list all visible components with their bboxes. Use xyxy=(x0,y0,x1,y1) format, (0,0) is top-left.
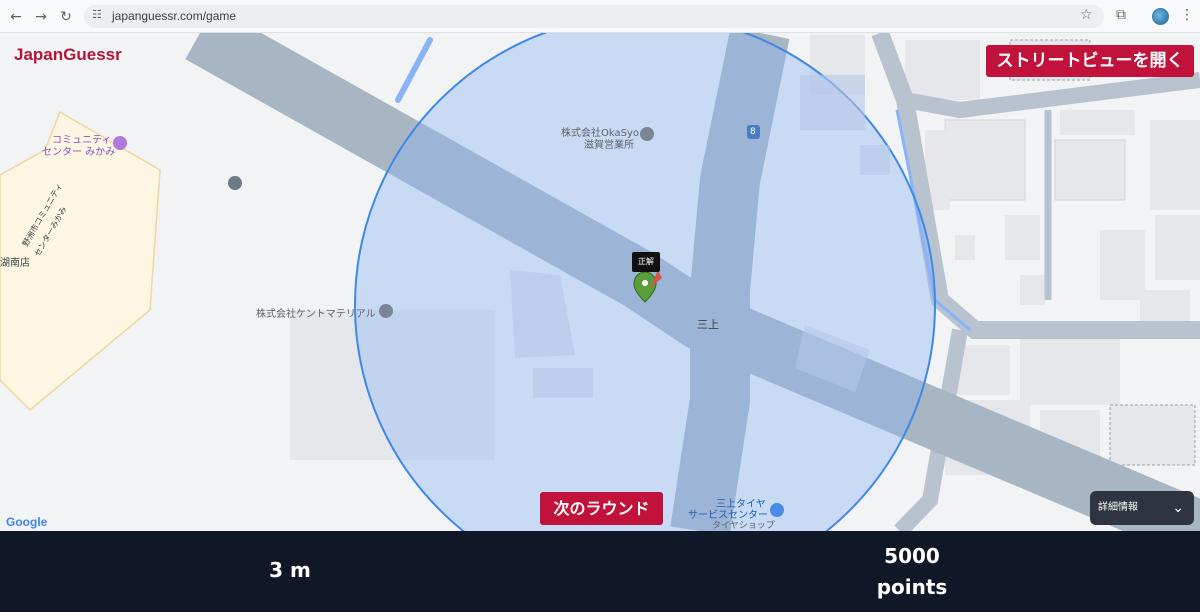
correct-location-tooltip: 正解 xyxy=(632,252,660,272)
result-bar xyxy=(0,531,1200,612)
reload-icon[interactable]: ↻ xyxy=(56,7,76,27)
score-display: 5000 points xyxy=(852,541,972,603)
chevron-down-icon: ⌄ xyxy=(1172,500,1184,516)
map-canvas[interactable]: コミュニティ センター みかみ 野洲市コミュニティ センターみかみ 湖南店 株式… xyxy=(0,33,1200,531)
next-round-button[interactable]: 次のラウンド xyxy=(540,492,663,525)
map-label: 株式会社ケントマテリアル xyxy=(256,309,376,320)
site-info-icon[interactable]: ☷ xyxy=(92,8,102,21)
map-label: 滋賀営業所 xyxy=(584,140,634,151)
details-label: 詳細情報 xyxy=(1098,502,1138,513)
extensions-icon[interactable]: ⧉ xyxy=(1116,7,1126,23)
map-label: 湖南店 xyxy=(0,258,30,269)
profile-avatar[interactable] xyxy=(1152,8,1169,25)
kebab-menu-icon[interactable]: ⋮ xyxy=(1180,7,1194,23)
details-button[interactable]: 詳細情報 ⌄ xyxy=(1090,491,1194,525)
open-streetview-button[interactable]: ストリートビューを開く xyxy=(986,45,1194,77)
google-logo: Google xyxy=(6,515,48,529)
url-text[interactable]: japanguessr.com/game xyxy=(112,9,236,23)
google-attribution: Google xyxy=(6,515,47,529)
score-value: 5000 xyxy=(884,544,940,568)
app-logo[interactable]: JapanGuessr xyxy=(14,45,122,65)
address-bar[interactable]: ☷ japanguessr.com/game xyxy=(84,5,1104,28)
score-unit: points xyxy=(876,575,948,599)
map-label: 三上 xyxy=(697,318,719,331)
distance-value: 3 m xyxy=(269,558,311,582)
back-icon[interactable]: ← xyxy=(6,7,26,27)
map-label: センター みかみ xyxy=(42,147,116,158)
forward-icon[interactable]: → xyxy=(31,7,51,27)
map-label: タイヤショップ xyxy=(712,521,775,531)
browser-toolbar: ← → ↻ ☷ japanguessr.com/game ☆ ⧉ ⋮ xyxy=(0,0,1200,33)
map-graphics xyxy=(0,33,1200,531)
star-icon[interactable]: ☆ xyxy=(1080,7,1093,23)
road-number: 8 xyxy=(750,127,756,137)
